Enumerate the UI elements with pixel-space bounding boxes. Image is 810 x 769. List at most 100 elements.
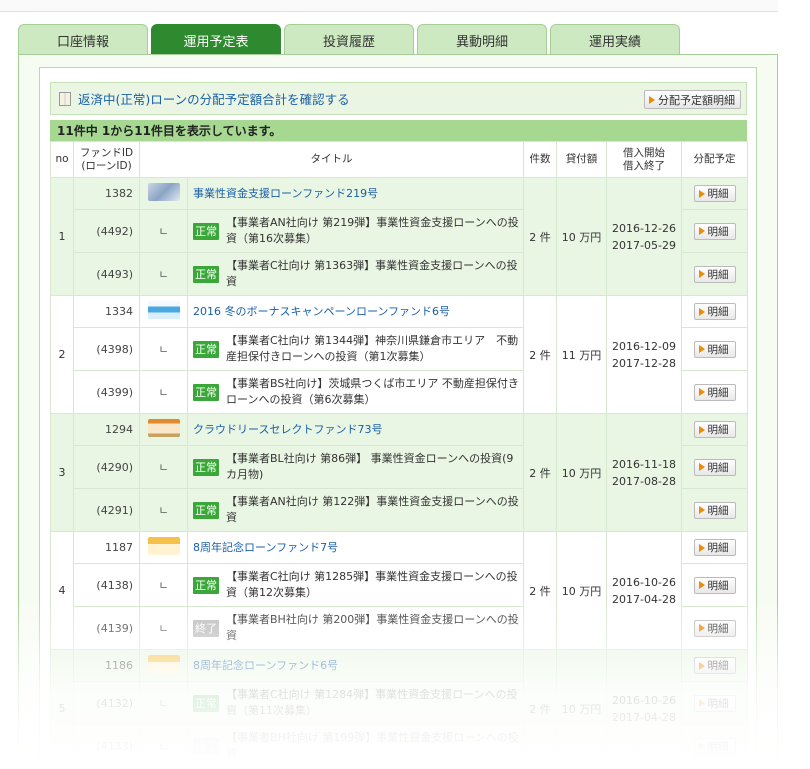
loan-amount: 10 万円 xyxy=(556,177,607,296)
arrow-right-icon xyxy=(698,425,705,434)
arrow-right-icon xyxy=(698,661,705,670)
col-header-title: タイトル xyxy=(139,141,524,178)
loan-period: 2016-12-26 2017-05-29 xyxy=(606,177,682,296)
start-label: 借入開始 xyxy=(623,146,665,159)
schedule-table: no ファンドID (ローンID) タイトル 件数 貸付額 借入開始 借入終了 分配… xyxy=(50,141,748,768)
fund-title-link[interactable]: クラウドリースセレクトファンド73号 xyxy=(193,423,382,436)
detail-button[interactable]: 明細 xyxy=(693,657,736,674)
detail-label: 明細 xyxy=(707,579,729,592)
status-badge: 正常 xyxy=(193,383,219,401)
fund-title-cell: クラウドリースセレクトファンド73号 xyxy=(187,413,524,446)
detail-button[interactable]: 明細 xyxy=(693,222,736,240)
loan-period: 2016-12-09 2017-12-28 xyxy=(606,295,682,414)
sub-item-mark: ㄴ xyxy=(139,681,188,725)
loan-id: (4398) xyxy=(73,327,140,371)
detail-button[interactable]: 明細 xyxy=(693,737,736,755)
loan-title-cell: 正常 【事業者C社向け 第1344弾】神奈川県鎌倉市エリア 不動産担保付きローンへ… xyxy=(187,327,524,371)
fund-id: 1187 xyxy=(73,531,140,564)
arrow-right-icon xyxy=(649,95,655,104)
fund-thumbnail xyxy=(139,413,188,446)
tab-transaction-details[interactable]: 異動明細 xyxy=(417,24,547,55)
loan-title-cell: 正常 【事業者C社向け 第1285弾】事業性資金支援ローンへの投資（第12次募集） xyxy=(187,563,524,607)
detail-button[interactable]: 明細 xyxy=(693,421,736,438)
row-no: 2 xyxy=(50,295,74,414)
action-cell: 明細 xyxy=(681,177,748,210)
fund-image xyxy=(147,655,180,673)
sub-item-mark: ㄴ xyxy=(139,252,188,296)
loan-title: 【事業者BH社向け 第199弾】事業性資金支援ローンへの投資 xyxy=(226,731,519,760)
sub-item-mark: ㄴ xyxy=(139,488,188,532)
row-no: 5 xyxy=(50,649,74,768)
end-date: 2017-04-28 xyxy=(612,592,676,606)
start-date: 2016-10-26 xyxy=(612,693,676,707)
sub-item-mark: ㄴ xyxy=(139,724,188,768)
end-date: 2017-05-29 xyxy=(612,238,676,252)
status-badge: 正常 xyxy=(193,501,219,519)
detail-label: 明細 xyxy=(707,697,729,710)
loan-title: 【事業者BS社向け】茨城県つくば市エリア 不動産担保付きローンへの投資（第6次募… xyxy=(226,377,519,406)
end-date: 2017-04-28 xyxy=(612,710,676,724)
loan-title-cell: 正常 【事業者AN社向け 第219弾】事業性資金支援ローンへの投資（第16次募集） xyxy=(187,209,524,253)
loan-id: (4133) xyxy=(73,724,140,768)
action-cell: 明細 xyxy=(681,531,748,564)
result-count-bar: 11件中 1から11件目を表示しています。 xyxy=(50,120,747,141)
detail-button[interactable]: 明細 xyxy=(693,458,736,476)
fund-title-link[interactable]: 事業性資金支援ローンファンド219号 xyxy=(193,187,378,200)
fund-title-link[interactable]: 8周年記念ローンファンド7号 xyxy=(193,541,338,554)
loan-count: 2 件 xyxy=(523,295,557,414)
detail-label: 明細 xyxy=(707,740,729,753)
fund-id: 1294 xyxy=(73,413,140,446)
sub-item-mark: ㄴ xyxy=(139,606,188,650)
detail-button[interactable]: 明細 xyxy=(693,265,736,283)
fund-thumbnail xyxy=(139,177,188,210)
tab-investment-history[interactable]: 投資履歴 xyxy=(284,24,414,55)
fund-thumbnail xyxy=(139,649,188,682)
detail-button[interactable]: 明細 xyxy=(693,619,736,637)
loan-id: (4290) xyxy=(73,445,140,489)
loan-title: 【事業者C社向け 第1363弾】事業性資金支援ローンへの投資 xyxy=(226,259,518,288)
detail-label: 明細 xyxy=(707,268,729,281)
col-header-period: 借入開始 借入終了 xyxy=(606,141,682,178)
fund-image xyxy=(147,537,180,555)
detail-button[interactable]: 明細 xyxy=(693,576,736,594)
detail-label: 明細 xyxy=(707,542,729,554)
fund-title-link[interactable]: 8周年記念ローンファンド6号 xyxy=(193,659,338,672)
detail-button[interactable]: 明細 xyxy=(693,340,736,358)
detail-button[interactable]: 明細 xyxy=(693,694,736,712)
loan-amount: 10 万円 xyxy=(556,531,607,650)
distribution-total-link[interactable]: 返済中(正常)ローンの分配予定額合計を確認する xyxy=(78,89,350,108)
fund-id: 1382 xyxy=(73,177,140,210)
fund-title-cell: 8周年記念ローンファンド7号 xyxy=(187,531,524,564)
start-date: 2016-10-26 xyxy=(612,575,676,589)
tab-performance[interactable]: 運用実績 xyxy=(550,24,680,55)
detail-button[interactable]: 明細 xyxy=(693,539,736,556)
end-date: 2017-12-28 xyxy=(612,356,676,370)
distribution-detail-button[interactable]: 分配予定額明細 xyxy=(644,90,741,109)
status-badge: 終了 xyxy=(193,619,219,637)
fund-image xyxy=(147,183,180,201)
row-no: 1 xyxy=(50,177,74,296)
fund-title-link[interactable]: 2016 冬のボーナスキャンペーンローンファンド6号 xyxy=(193,305,450,318)
arrow-right-icon xyxy=(698,227,705,235)
tab-account-info[interactable]: 口座情報 xyxy=(18,24,148,55)
detail-button[interactable]: 明細 xyxy=(693,185,736,202)
table-row: 2 1334 2016 冬のボーナスキャンペーンローンファンド6号 2 件 11… xyxy=(50,295,748,414)
detail-button[interactable]: 明細 xyxy=(693,383,736,401)
detail-button[interactable]: 明細 xyxy=(693,303,736,320)
loan-id: (4291) xyxy=(73,488,140,532)
loan-period: 2016-10-26 2017-04-28 xyxy=(606,649,682,768)
fund-title-cell: 8周年記念ローンファンド6号 xyxy=(187,649,524,682)
action-cell: 明細 xyxy=(681,370,748,414)
fund-id: 1334 xyxy=(73,295,140,328)
col-header-no: no xyxy=(50,141,74,178)
loan-id: (4492) xyxy=(73,209,140,253)
tab-panel: 返済中(正常)ローンの分配予定額合計を確認する 分配予定額明細 11件中 1から… xyxy=(18,54,778,769)
row-no: 4 xyxy=(50,531,74,650)
action-cell: 明細 xyxy=(681,209,748,253)
fund-thumbnail xyxy=(139,531,188,564)
loan-amount: 11 万円 xyxy=(556,295,607,414)
fund-title-cell: 2016 冬のボーナスキャンペーンローンファンド6号 xyxy=(187,295,524,328)
detail-button[interactable]: 明細 xyxy=(693,501,736,519)
sub-item-mark: ㄴ xyxy=(139,327,188,371)
tab-schedule[interactable]: 運用予定表 xyxy=(151,24,281,55)
